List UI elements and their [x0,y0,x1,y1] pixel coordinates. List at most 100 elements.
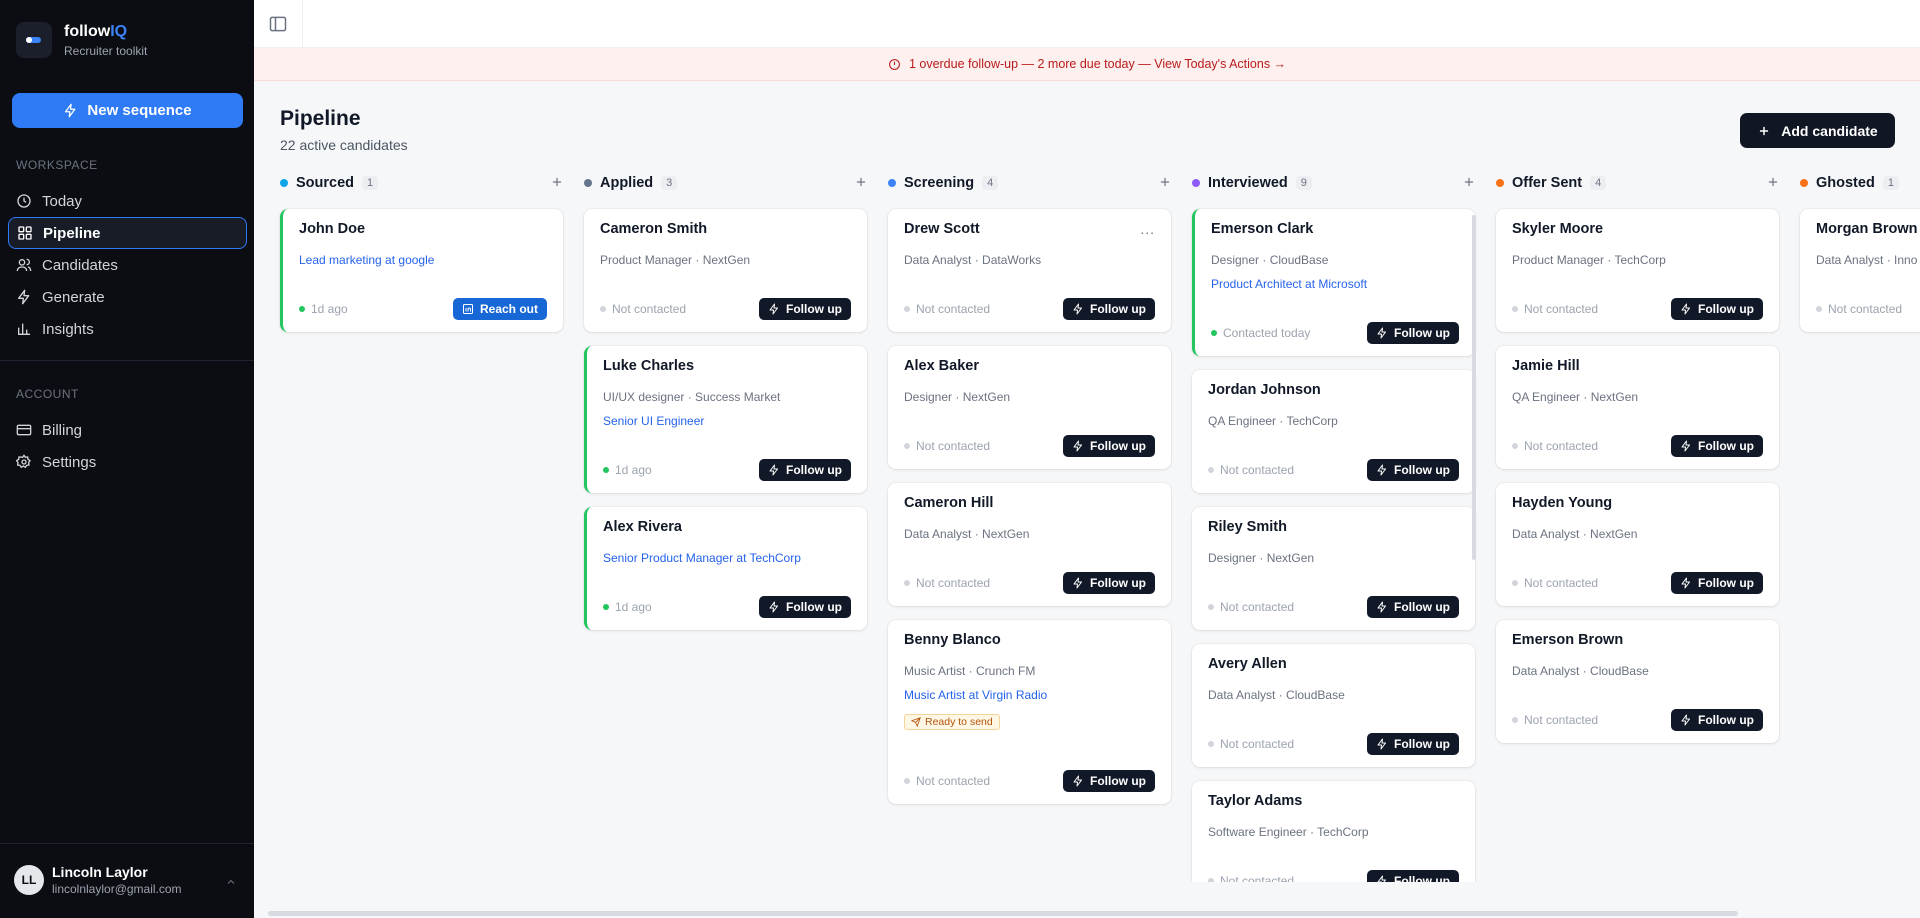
candidate-headline-link[interactable]: Senior UI Engineer [603,414,704,428]
candidate-role: Data Analyst · NextGen [904,527,1030,541]
column-color-dot [888,179,896,187]
status-text: Not contacted [612,302,687,316]
status-dot [1816,306,1822,312]
candidate-role: Product Manager · TechCorp [1512,253,1666,267]
column-count-badge: 9 [1295,176,1312,190]
column-scrollbar[interactable] [1472,215,1476,560]
bolt-icon [769,464,778,476]
reach-out-button[interactable]: Reach out [452,298,547,320]
follow-up-button[interactable]: Follow up [1367,596,1459,618]
contact-status: Not contacted [1512,713,1598,727]
candidate-role: UI/UX designer · Success Market [603,390,781,404]
candidate-name: Taylor Adams [1208,793,1303,809]
candidate-card[interactable]: Cameron Hill Data Analyst · NextGen Not co… [888,483,1171,606]
column-title: Sourced [296,175,355,191]
follow-up-button[interactable]: Follow up [759,596,851,618]
follow-up-button[interactable]: Follow up [1367,870,1459,882]
follow-up-button[interactable]: Follow up [759,298,851,320]
status-text: Not contacted [1828,302,1903,316]
add-to-column-icon[interactable] [550,175,564,189]
candidate-name: Avery Allen [1208,656,1287,672]
follow-up-button[interactable]: Follow up [1367,322,1459,344]
button-label: Follow up [1394,874,1450,882]
add-to-column-icon[interactable] [1462,175,1476,189]
candidate-role: QA Engineer · NextGen [1512,390,1639,404]
candidate-headline-link[interactable]: Senior Product Manager at TechCorp [603,551,801,565]
candidate-headline-link[interactable]: Lead marketing at google [299,253,434,267]
status-text: 1d ago [615,463,652,477]
candidate-card[interactable]: Luke Charles UI/UX designer · Success Mar… [584,346,867,493]
status-text: Not contacted [1220,874,1295,882]
button-label: Follow up [786,600,842,614]
candidate-card[interactable]: Avery Allen Data Analyst · CloudBase Not c… [1192,644,1475,767]
candidate-name: Hayden Young [1512,495,1613,511]
status-text: Not contacted [916,774,991,788]
candidate-headline-link[interactable]: Music Artist at Virgin Radio [904,688,1047,702]
bolt-icon [1681,714,1690,726]
contact-status: Not contacted [1208,737,1294,751]
candidate-role: Designer · CloudBase [1211,253,1329,267]
follow-up-button[interactable]: Follow up [1671,572,1763,594]
contact-status: Not contacted [1816,302,1902,316]
candidate-card[interactable]: Jamie Hill QA Engineer · NextGen Not conta… [1496,346,1779,469]
candidate-name: Morgan Brown [1816,221,1918,237]
column-header: Ghosted 1 [1800,172,1899,194]
candidate-card[interactable]: Jordan Johnson QA Engineer · TechCorp Not … [1192,370,1475,493]
candidate-card[interactable]: Emerson Clark Designer · CloudBase Product… [1192,209,1475,356]
candidate-card[interactable]: Taylor Adams Software Engineer · TechCorp… [1192,781,1475,882]
contact-status: 1d ago [603,600,652,614]
candidate-card[interactable]: Benny Blanco Music Artist · Crunch FM Musi… [888,620,1171,804]
add-to-column-icon[interactable] [854,175,868,189]
button-label: Follow up [1394,600,1450,614]
candidate-role: Software Engineer · TechCorp [1208,825,1369,839]
candidate-role: Product Manager · NextGen [600,253,751,267]
bolt-icon [1377,738,1386,750]
board-horizontal-scrollbar[interactable] [268,911,1738,916]
follow-up-button[interactable]: Follow up [1671,298,1763,320]
button-label: Follow up [786,463,842,477]
follow-up-button[interactable]: Follow up [1367,459,1459,481]
candidate-card[interactable]: Alex Baker Designer · NextGen Not contacte… [888,346,1171,469]
add-to-column-icon[interactable] [1158,175,1172,189]
follow-up-button[interactable]: Follow up [1367,733,1459,755]
column-header: Sourced 1 [280,172,379,194]
candidate-card[interactable]: Drew Scott... Data Analyst · DataWorks Not… [888,209,1171,332]
status-dot [1208,467,1214,473]
column-title: Ghosted [1816,175,1875,191]
status-text: Not contacted [1220,737,1295,751]
bolt-icon [1073,440,1082,452]
candidate-card[interactable]: John Doe Lead marketing at google 1d ago Re… [280,209,563,332]
candidate-card[interactable]: Hayden Young Data Analyst · NextGen Not co… [1496,483,1779,606]
candidate-headline-link[interactable]: Product Architect at Microsoft [1211,277,1367,291]
follow-up-button[interactable]: Follow up [1671,435,1763,457]
candidate-card[interactable]: Riley Smith Designer · NextGen Not contact… [1192,507,1475,630]
add-to-column-icon[interactable] [1766,175,1780,189]
candidate-name: John Doe [299,221,366,237]
contact-status: Not contacted [600,302,686,316]
follow-up-button[interactable]: Follow up [1063,298,1155,320]
follow-up-button[interactable]: Follow up [1671,709,1763,731]
follow-up-button[interactable]: Follow up [1063,770,1155,792]
contact-status: Not contacted [1208,463,1294,477]
candidate-card[interactable]: Cameron Smith Product Manager · NextGen No… [584,209,867,332]
follow-up-button[interactable]: Follow up [1063,572,1155,594]
candidate-card[interactable]: Skyler Moore Product Manager · TechCorp No… [1496,209,1779,332]
candidate-card[interactable]: Morgan Brown Data Analyst · Inno Not conta… [1800,209,1920,332]
button-label: Follow up [1698,439,1754,453]
candidate-name: Luke Charles [603,358,695,374]
candidate-role: Data Analyst · DataWorks [904,253,1042,267]
column-color-dot [1192,179,1200,187]
status-dot [1208,604,1214,610]
candidate-card[interactable]: Emerson Brown Data Analyst · CloudBase Not… [1496,620,1779,743]
column-count-badge: 4 [982,176,999,190]
bolt-icon [1073,577,1082,589]
candidate-card[interactable]: Alex Rivera Senior Product Manager at Tec… [584,507,867,630]
status-text: Not contacted [1524,302,1599,316]
button-label: Follow up [1394,463,1450,477]
more-options-icon[interactable]: ... [1140,221,1155,237]
follow-up-button[interactable]: Follow up [759,459,851,481]
status-dot [1512,306,1518,312]
button-label: Follow up [786,302,842,316]
candidate-role: Data Analyst · Inno [1816,253,1918,267]
follow-up-button[interactable]: Follow up [1063,435,1155,457]
